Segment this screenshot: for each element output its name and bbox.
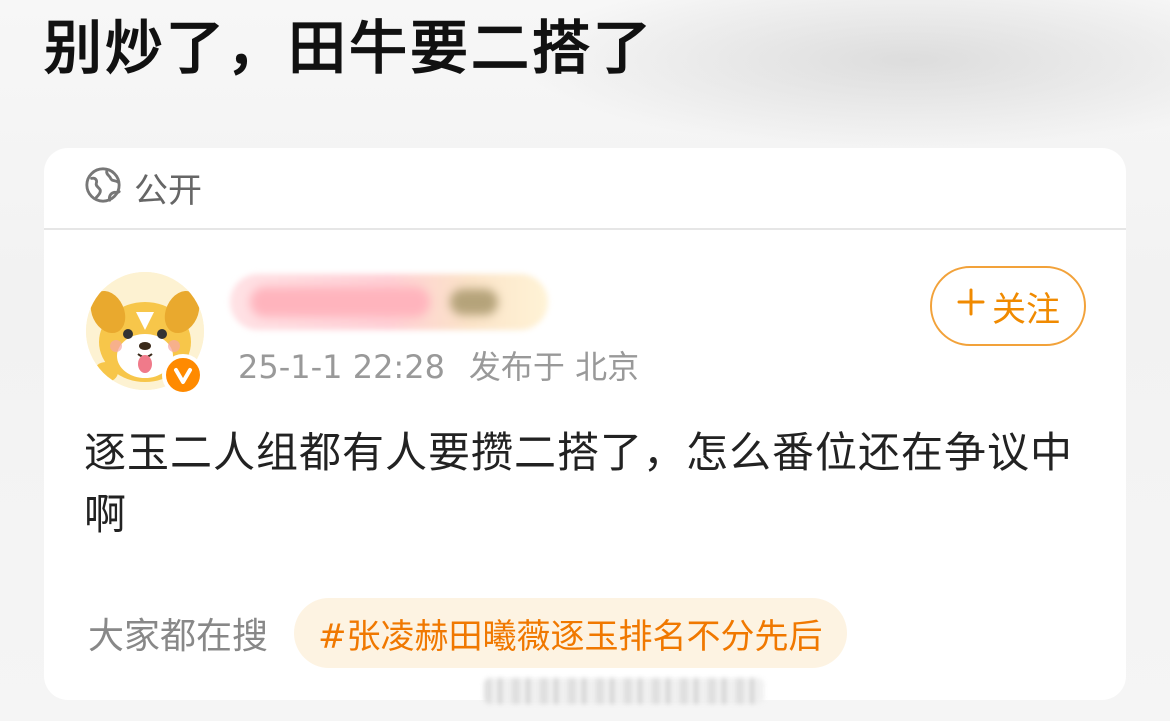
follow-label: 关注 xyxy=(992,289,1060,330)
plus-icon xyxy=(956,286,986,326)
post-text: 逐玉二人组都有人要攒二搭了，怎么番位还在争议中啊 xyxy=(84,428,1074,539)
trending-topic-tag[interactable]: #张凌赫田曦薇逐玉排名不分先后 xyxy=(294,598,847,668)
watermark xyxy=(484,678,764,704)
globe-icon xyxy=(84,166,122,208)
visibility-label: 公开 xyxy=(134,170,202,211)
post-time: 25-1-1 22:28 xyxy=(238,348,445,386)
trending-label: 大家都在搜 xyxy=(88,616,269,657)
page-title: 别炒了，田牛要二搭了 xyxy=(44,14,655,82)
trending-search-row: 大家都在搜 #张凌赫田曦薇逐玉排名不分先后 xyxy=(88,598,847,668)
username-placeholder xyxy=(250,287,430,317)
post-card: 公开 25-1-1 22:28 发布于 北京 关注 逐玉二人组都有人要攒二搭了，… xyxy=(44,148,1126,704)
visibility-row: 公开 xyxy=(84,158,202,216)
divider xyxy=(44,228,1126,230)
follow-button[interactable]: 关注 xyxy=(930,266,1086,346)
user-badge-placeholder xyxy=(450,289,498,315)
username-blurred[interactable] xyxy=(230,274,548,330)
post-meta: 25-1-1 22:28 发布于 北京 xyxy=(238,344,639,390)
post-location: 发布于 北京 xyxy=(468,348,640,386)
page: 别炒了，田牛要二搭了 公开 25-1-1 22:28 发布于 北京 关注 逐玉二… xyxy=(0,0,1170,721)
verified-check-icon xyxy=(162,354,204,396)
